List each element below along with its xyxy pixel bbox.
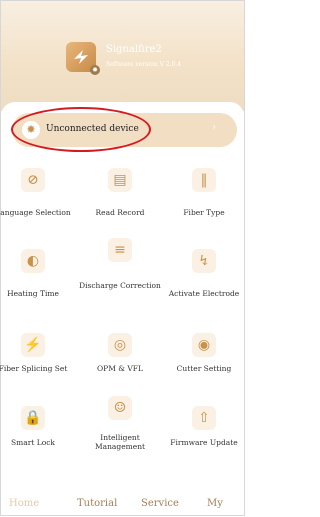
chevron-right-icon: ›	[212, 122, 216, 133]
discharge-icon[interactable]: ≡	[108, 238, 132, 262]
grid-item-splicing[interactable]: Fiber Splicing Set	[0, 364, 78, 373]
grid-item-electrode[interactable]: Activate Electrode	[155, 289, 253, 298]
opm-icon[interactable]: ◎	[108, 333, 132, 357]
tab-home[interactable]: Home	[9, 498, 39, 509]
grid-item-language[interactable]: Language Selection	[0, 208, 78, 217]
language-icon[interactable]: ⊘	[21, 168, 45, 192]
electrode-icon[interactable]: ↯	[192, 249, 216, 273]
update-icon[interactable]: ⇧	[192, 406, 216, 430]
grid-item-cutter[interactable]: Cutter Setting	[159, 364, 249, 373]
splicing-icon[interactable]: ⚡	[21, 333, 45, 357]
app-logo: ✸	[66, 42, 100, 75]
highlight-annotation	[11, 107, 151, 152]
heating-icon[interactable]: ◐	[21, 249, 45, 273]
app-header	[1, 1, 244, 111]
fiber-type-icon[interactable]: ‖	[192, 168, 216, 192]
grid-item-read-record[interactable]: Read Record	[75, 208, 165, 217]
grid-item-discharge[interactable]: Discharge Correction	[75, 281, 165, 290]
bluetooth-badge-icon: ✸	[90, 65, 100, 75]
app-version: Software version V 2.0.4	[106, 61, 182, 68]
grid-item-fiber-type[interactable]: Fiber Type	[159, 208, 249, 217]
app-name: Signalfire2	[106, 44, 162, 55]
tab-my[interactable]: My	[207, 498, 223, 509]
grid-item-heating-time[interactable]: Heating Time	[0, 289, 78, 298]
grid-item-firmware[interactable]: Firmware Update	[155, 438, 253, 447]
main-panel	[1, 102, 244, 515]
grid-item-management[interactable]: Intelligent Management	[75, 433, 165, 451]
cutter-icon[interactable]: ◉	[192, 333, 216, 357]
record-icon[interactable]: ▤	[108, 168, 132, 192]
lock-icon[interactable]: 🔒	[21, 406, 45, 430]
grid-item-smart-lock[interactable]: Smart Lock	[0, 438, 78, 447]
management-icon[interactable]: ☺	[108, 396, 132, 420]
grid-item-opm[interactable]: OPM & VFL	[75, 364, 165, 373]
tab-service[interactable]: Service	[141, 498, 179, 509]
tab-tutorial[interactable]: Tutorial	[77, 498, 117, 509]
